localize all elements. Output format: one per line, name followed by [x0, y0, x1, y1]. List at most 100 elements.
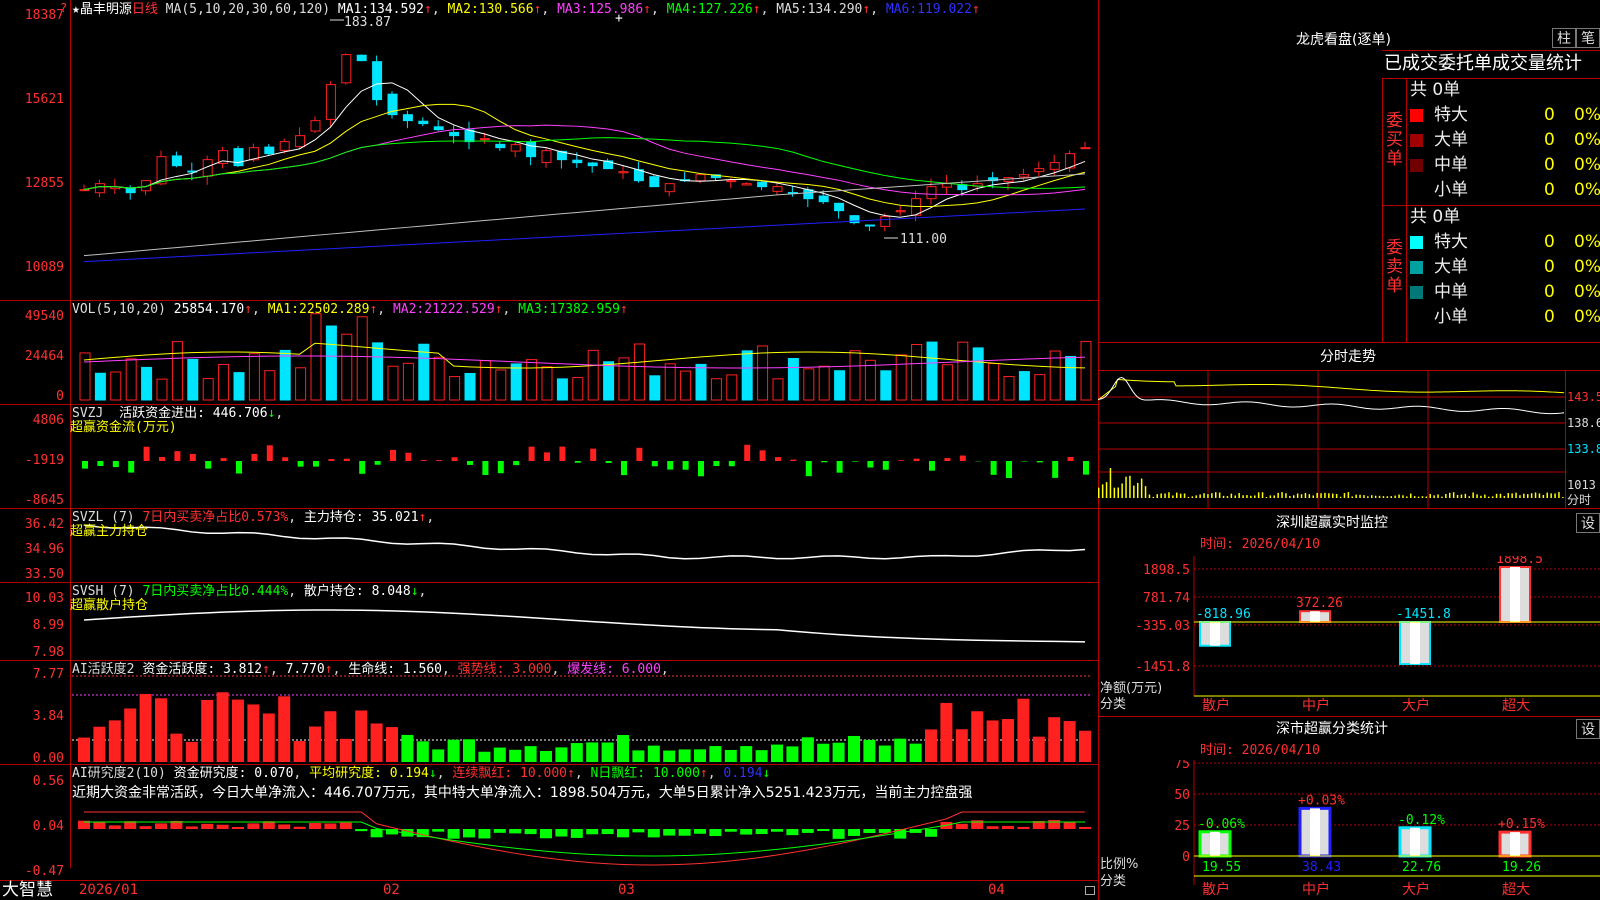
- vol-header: VOL(5,10,20) 25854.170↑, MA1:22502.289↑,…: [72, 302, 628, 317]
- szcls-title: 深市超赢分类统计: [1276, 721, 1388, 737]
- szcls-cat-label: 分类: [1100, 874, 1127, 889]
- intraday-vol-bar: [1335, 494, 1338, 498]
- flow-bar: [590, 448, 597, 461]
- ai1-v1: 3.812: [222, 662, 263, 677]
- research-bar: [786, 829, 799, 836]
- color-swatch: [1410, 134, 1423, 147]
- volume-bar: [772, 378, 784, 401]
- szcls-settings-button[interactable]: 设: [1576, 719, 1600, 739]
- volume-bar: [541, 366, 553, 401]
- intraday-vol-bar: [1519, 495, 1521, 498]
- candle: [618, 171, 629, 174]
- stock-name[interactable]: ★晶丰明源: [72, 2, 132, 17]
- up-arrow-icon: ↑: [619, 302, 628, 317]
- intraday-vol-bar: [1417, 496, 1420, 498]
- y-tick: 0.04: [32, 819, 64, 834]
- net-bar-highlight: [1410, 622, 1420, 665]
- tick-view-button[interactable]: 笔: [1576, 28, 1600, 48]
- research-bar: [755, 829, 768, 835]
- activity-bar: [940, 702, 953, 762]
- intraday-vol-bar: [1550, 493, 1552, 498]
- svsh-hold: 散户持仓:: [303, 584, 364, 599]
- candle: [94, 183, 105, 194]
- research-bar: [1017, 826, 1030, 829]
- ai2-v4: 10.000: [652, 766, 700, 781]
- intraday-vol-bar: [1445, 493, 1447, 498]
- activity-bar: [724, 749, 737, 762]
- candle: [818, 195, 829, 203]
- ai2-v2: 0.194: [389, 766, 429, 781]
- y-tick: 25: [1174, 819, 1190, 834]
- volume-bar: [710, 378, 722, 401]
- change-value: +0.15%: [1498, 817, 1545, 832]
- y-tick: 15621: [24, 92, 64, 107]
- volume-bar: [618, 357, 630, 401]
- holding-line: [83, 524, 1086, 560]
- fst-unit: 分时: [1567, 493, 1592, 507]
- y-tick: 10.03: [24, 591, 64, 606]
- intraday-vol-bar: [1538, 493, 1541, 498]
- flow-bar: [852, 461, 858, 462]
- intraday-vol-bar: [1199, 494, 1201, 498]
- flow-bar: [374, 461, 381, 465]
- volume-bar: [787, 358, 799, 401]
- svzj-header: SVZJ 活跃资金进出: 446.706↓,: [72, 406, 284, 421]
- up-arrow-icon: ↑: [244, 302, 253, 317]
- volume-bar: [818, 365, 830, 401]
- szmon-settings-button[interactable]: 设: [1576, 513, 1600, 533]
- order-row-v: 0: [1544, 180, 1555, 200]
- intraday-vol-bar: [1347, 492, 1350, 498]
- candle: [171, 155, 182, 167]
- down-arrow-icon: ↓: [762, 766, 771, 781]
- intraday-vol-bar: [1429, 494, 1431, 498]
- activity-bar: [925, 729, 937, 762]
- candle: [941, 183, 952, 188]
- vol-value: 25854.170: [173, 302, 245, 317]
- ai2-v1: 0.070: [254, 766, 294, 781]
- volume-bar: [864, 359, 876, 401]
- y-tick: -1919: [24, 453, 64, 468]
- szcls-time: 时间: 2026/04/10: [1200, 743, 1320, 758]
- ratio-bar-highlight: [1510, 832, 1520, 856]
- order-row-p: 0%: [1574, 257, 1600, 277]
- ai1-sub: 资金活跃度:: [142, 662, 216, 677]
- candle: [341, 54, 352, 84]
- svsh-sub: 7日内买卖净占比0.444%: [142, 584, 289, 599]
- intraday-vol-bar: [1137, 482, 1139, 498]
- activity-bar: [1002, 718, 1014, 762]
- x-label: 02: [383, 882, 400, 898]
- net-value: 372.26: [1296, 596, 1343, 611]
- kline-charts[interactable]: [0, 0, 1098, 900]
- period-label[interactable]: 日线: [132, 2, 158, 17]
- up-arrow-icon: ↑: [699, 766, 708, 781]
- ai2-comment: 近期大资金非常活跃，今日大单净流入：446.707万元，其中特大单净流入：189…: [72, 785, 973, 801]
- intraday-vol-bar: [1398, 494, 1400, 498]
- research-bar: [447, 829, 460, 839]
- intraday-vol-bar: [1402, 495, 1404, 498]
- activity-bar: [416, 741, 429, 762]
- color-swatch: [1410, 184, 1423, 197]
- intraday-vol-bar: [1464, 493, 1467, 498]
- bar-view-button[interactable]: 柱: [1552, 28, 1576, 48]
- low-price-label: 111.00: [900, 232, 947, 247]
- intraday-vol-bar: [1542, 495, 1545, 498]
- candle: [772, 186, 783, 192]
- ai2-lx: 连续飘红:: [452, 766, 513, 781]
- research-bar: [339, 822, 352, 829]
- activity-bar: [386, 727, 398, 762]
- buy-orders-section: 委买单 共 0单 特大 0 0% 大单 0 0% 中单 0 0% 小单 0 0%: [1382, 78, 1600, 205]
- research-bar: [93, 821, 106, 829]
- flow-bar: [544, 452, 550, 461]
- intraday-chart[interactable]: [1098, 370, 1566, 508]
- volume-bar: [295, 367, 307, 401]
- vol-ma1-label: MA1:: [267, 302, 299, 317]
- lock-icon[interactable]: [1085, 886, 1095, 895]
- research-bar: [925, 829, 937, 837]
- flow-bar: [143, 446, 150, 461]
- research-bar: [1063, 821, 1076, 829]
- candle: [264, 146, 275, 155]
- candle: [372, 61, 383, 101]
- candle: [834, 202, 845, 212]
- flow-bar: [867, 461, 874, 468]
- research-bar: [201, 823, 214, 829]
